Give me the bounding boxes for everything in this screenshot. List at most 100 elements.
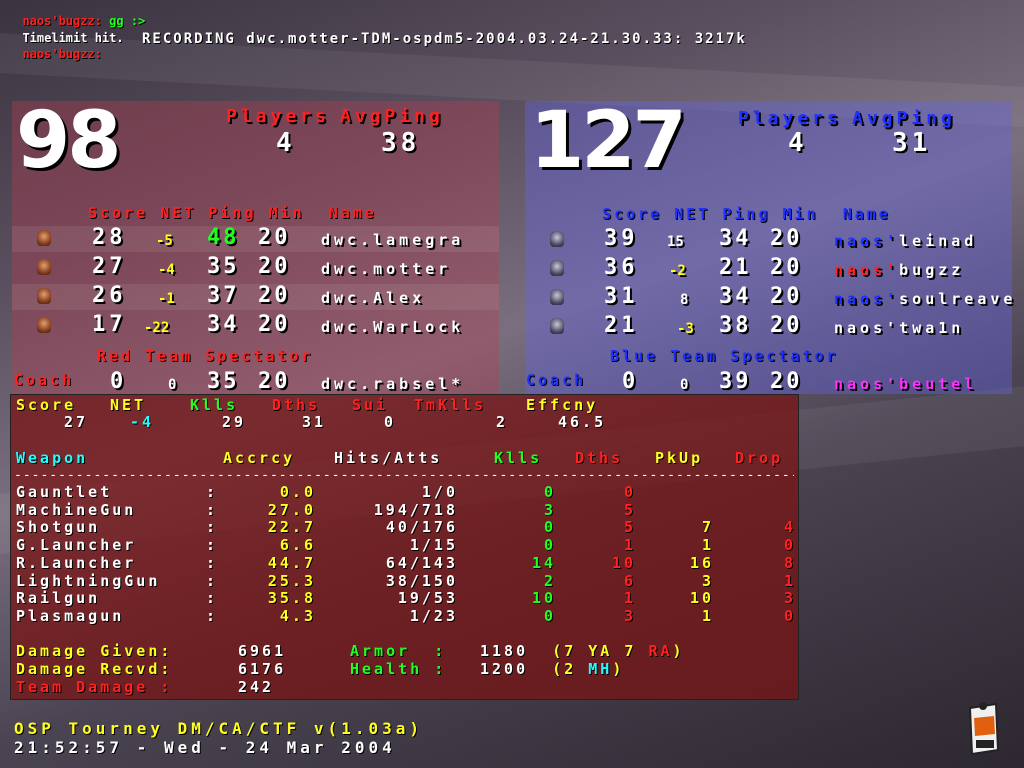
summary-score: 27: [64, 413, 89, 431]
blue-player-row: 21 -3 38 20 naos'twa1n: [512, 313, 1024, 341]
weapon-accuracy: 4.3: [279, 606, 316, 625]
player-name: naos'beutel: [834, 375, 978, 393]
weapon-deaths: 10: [611, 553, 636, 572]
player-score: 26: [92, 283, 127, 308]
red-players-label: Players: [226, 106, 330, 127]
red-players-count: 4: [276, 128, 292, 158]
team-damage-value: 242: [238, 678, 275, 696]
player-min: 20: [258, 254, 291, 279]
hits-header: Hits/Atts: [334, 449, 443, 467]
player-score: 21: [604, 313, 639, 338]
damage-recvd-value: 6176: [238, 660, 287, 678]
summary-deaths: 31: [302, 413, 327, 431]
summary-header-tmkills: TmKlls: [414, 396, 487, 414]
red-col-headers: Score NET Ping Min Name: [88, 204, 377, 222]
red-coach-row: Coach 0 0 35 20 dwc.rabsel*: [0, 369, 500, 397]
weapon-name: Gauntlet: [16, 483, 113, 501]
player-name: dwc.lamegra: [321, 231, 465, 249]
player-net: -4: [158, 262, 175, 278]
player-head-icon: [550, 289, 564, 305]
weapon-pickup: 16: [689, 553, 714, 572]
player-score: 31: [604, 284, 639, 309]
player-head-icon: [550, 260, 564, 276]
player-head-icon: [37, 259, 51, 275]
player-min: 20: [258, 283, 291, 308]
weapon-accuracy: 35.8: [267, 589, 316, 608]
weapon-drop: 0: [783, 606, 796, 625]
weapon-accuracy: 27.0: [267, 500, 316, 519]
weapon-accuracy: 0.0: [279, 483, 316, 501]
summary-header-kills: Klls: [190, 396, 239, 414]
weapon-separator: :: [206, 518, 219, 537]
weapon-kills: 0: [543, 606, 556, 625]
weapon-drop: 0: [783, 536, 796, 555]
osp-logo-icon: [968, 702, 1000, 756]
osp-version: OSP Tourney DM/CA/CTF v(1.03a): [14, 719, 423, 738]
player-score: 27: [92, 254, 127, 279]
weapon-separator: :: [206, 571, 219, 590]
weapon-name: R.Launcher: [16, 553, 137, 572]
weapon-separator: :: [206, 500, 219, 519]
armor-label: Armor :: [350, 642, 447, 660]
weapon-name: MachineGun: [16, 500, 137, 519]
weapon-separator: :: [206, 589, 219, 608]
health-label: Health :: [350, 660, 447, 678]
player-min: 20: [770, 284, 803, 309]
weapon-kills: 2: [543, 571, 556, 590]
red-player-row: 26 -1 37 20 dwc.Alex: [0, 283, 500, 311]
recording-status: RECORDING dwc.motter-TDM-ospdm5-2004.03.…: [142, 31, 747, 47]
summary-header-sui: Sui: [352, 396, 389, 414]
summary-sui: 0: [384, 413, 397, 431]
blue-coach-row: Coach 0 0 39 20 naos'beutel: [512, 369, 1024, 397]
weapon-drop: 8: [783, 553, 796, 572]
blue-spectator-label: Blue Team Spectator: [610, 347, 839, 365]
player-net: -2: [669, 263, 686, 279]
player-name: dwc.motter: [321, 260, 452, 278]
player-score: 0: [110, 369, 128, 394]
accuracy-header: Accrcy: [223, 449, 296, 467]
weapon-deaths: 6: [623, 571, 636, 590]
team-damage-label: Team Damage :: [16, 678, 173, 696]
weapon-pickup: 7: [701, 518, 714, 537]
weapon-deaths: 1: [623, 589, 636, 608]
weapon-pickup: 1: [701, 606, 714, 625]
blue-players-label: Players: [738, 108, 842, 129]
weapon-pickup: 10: [689, 589, 714, 608]
weapon-name: LightningGun: [16, 571, 161, 590]
weapon-separator: :: [206, 553, 219, 572]
weapon-kills: 3: [543, 500, 556, 519]
player-score: 36: [604, 255, 639, 280]
weapon-separator: :: [206, 606, 219, 625]
blue-player-row: 31 8 34 20 naos'soulreave: [512, 284, 1024, 312]
weapon-pickup: 1: [701, 536, 714, 555]
red-avgping-value: 38: [381, 128, 421, 158]
summary-header-net: NET: [110, 396, 147, 414]
drop-header: Drop: [735, 449, 784, 467]
player-min: 20: [770, 369, 803, 394]
weapon-hits: 194/718: [373, 500, 458, 519]
player-name: naos'soulreave: [834, 290, 1017, 308]
health-value: 1200 (2 MH): [480, 660, 625, 678]
summary-header-effcny: Effcny: [526, 396, 599, 414]
player-ping: 34: [719, 284, 752, 309]
weapon-deaths: 0: [623, 483, 636, 501]
player-net: 8: [680, 292, 689, 308]
player-net: 15: [667, 234, 684, 250]
red-spectator-label: Red Team Spectator: [97, 347, 314, 365]
player-net: -22: [144, 320, 170, 336]
weapon-accuracy: 25.3: [267, 571, 316, 590]
player-name: naos'bugzz: [834, 261, 965, 279]
weapon-accuracy: 6.6: [279, 536, 316, 555]
player-ping: 38: [719, 313, 752, 338]
red-avgping-label: AvgPing: [340, 106, 444, 127]
red-player-row: 27 -4 35 20 dwc.motter: [0, 254, 500, 282]
player-name: dwc.Alex: [321, 289, 426, 307]
weapon-hits: 38/150: [385, 571, 458, 590]
coach-label: Coach: [14, 371, 75, 389]
weapon-kills: 14: [531, 553, 556, 572]
player-score: 17: [92, 312, 127, 337]
weapon-deaths: 5: [623, 500, 636, 519]
weapon-deaths: 5: [623, 518, 636, 537]
damage-recvd-label: Damage Recvd:: [16, 660, 173, 678]
player-ping: 37: [207, 283, 240, 308]
